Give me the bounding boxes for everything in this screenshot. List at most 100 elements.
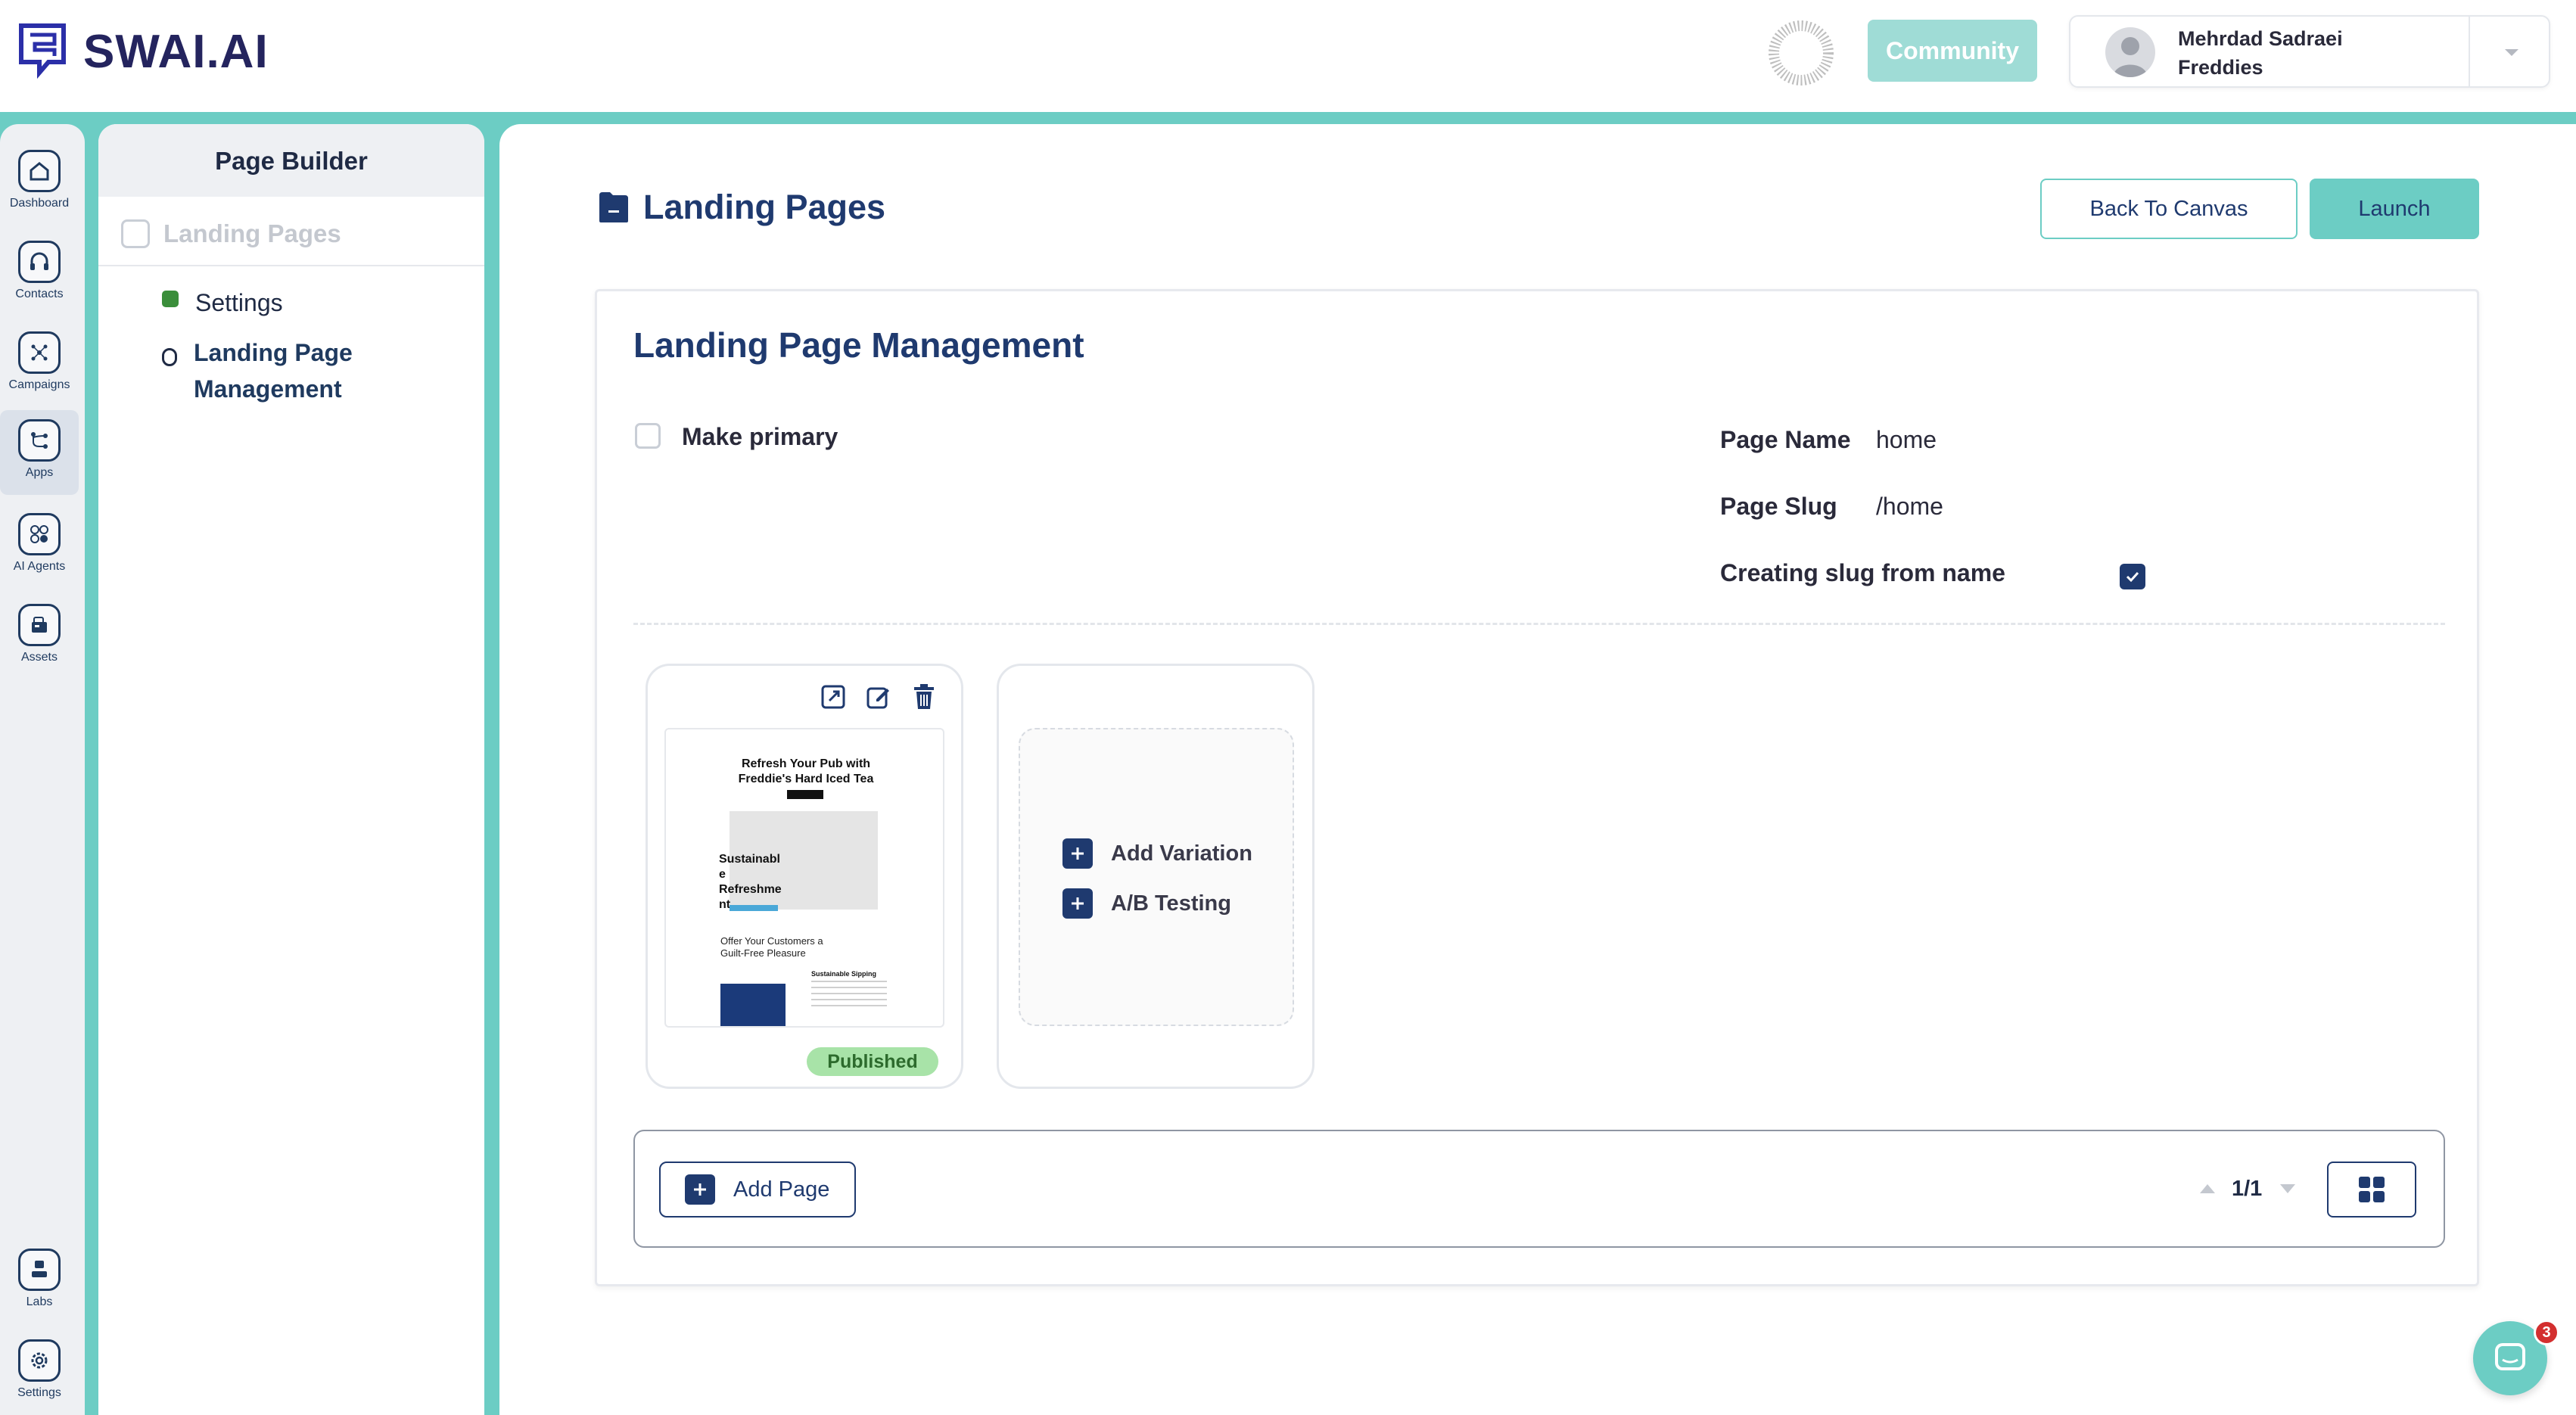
ab-testing-label: A/B Testing	[1111, 891, 1231, 916]
make-primary-checkbox[interactable]	[635, 423, 661, 449]
icon-rail: Dashboard Contacts Campaigns Apps AI Age…	[0, 124, 85, 1415]
grid-view-button[interactable]	[2327, 1162, 2416, 1218]
page-slug-label: Page Slug	[1720, 493, 1837, 520]
network-icon	[18, 331, 61, 374]
headset-icon	[18, 241, 61, 283]
folder-icon	[599, 192, 628, 222]
sidebar-item-landing-page-management[interactable]: Landing Page Management	[162, 334, 375, 407]
card-title: Landing Page Management	[633, 325, 1084, 365]
preview-headline: Refresh Your Pub with Freddie's Hard Ice…	[738, 757, 874, 785]
page-builder-sidebar: Page Builder Landing Pages Settings Land…	[98, 124, 484, 1415]
plus-icon	[685, 1174, 715, 1205]
pages-footer-bar: Add Page 1/1	[633, 1130, 2445, 1248]
preview-cta	[787, 790, 823, 799]
rail-item-ai-agents[interactable]: AI Agents	[0, 504, 79, 589]
expand-icon[interactable]	[819, 683, 848, 711]
preview-text-lines	[811, 981, 887, 1011]
rail-item-dashboard[interactable]: Dashboard	[0, 141, 79, 225]
chat-icon	[2495, 1343, 2525, 1370]
logo-text: SWAI.AI	[83, 25, 269, 78]
rail-label: Campaigns	[8, 378, 70, 391]
sidebar-header: Page Builder	[98, 124, 484, 197]
preview-image	[720, 984, 786, 1026]
chevron-up-icon[interactable]	[2197, 1178, 2218, 1199]
slug-from-name-label: Creating slug from name	[1720, 559, 2005, 586]
variation-tile: Add Variation A/B Testing	[997, 664, 1314, 1089]
avatar	[2105, 27, 2155, 77]
sidebar-item-label: Landing Page Management	[194, 339, 353, 403]
page-slug-value[interactable]: /home	[1876, 493, 1943, 521]
user-name: Mehrdad Sadraei	[2178, 27, 2343, 50]
preview-section-title: Sustainable Sipping	[811, 970, 877, 978]
chevron-down-icon[interactable]	[2277, 1178, 2298, 1199]
plus-icon	[1062, 838, 1093, 869]
step-complete-icon	[162, 291, 179, 307]
divider	[633, 623, 2445, 625]
trash-icon[interactable]	[910, 683, 938, 711]
assets-icon	[18, 604, 61, 646]
add-variation-label: Add Variation	[1111, 841, 1252, 866]
slug-from-name-checkbox[interactable]	[2120, 564, 2145, 589]
rail-label: Contacts	[15, 288, 64, 300]
rail-item-assets[interactable]: Assets	[0, 595, 79, 680]
rail-label: Labs	[26, 1295, 53, 1308]
page-name-value[interactable]: home	[1876, 426, 1937, 454]
agents-icon	[18, 513, 61, 555]
user-menu[interactable]: Mehrdad Sadraei Freddies	[2069, 15, 2550, 88]
launch-button[interactable]: Launch	[2310, 179, 2479, 239]
rail-label: Assets	[20, 651, 58, 664]
community-button[interactable]: Community	[1868, 20, 2037, 82]
unread-badge: 3	[2534, 1320, 2559, 1345]
sidebar-section-label: Landing Pages	[163, 219, 341, 247]
page-preview-thumbnail[interactable]: Refresh Your Pub with Freddie's Hard Ice…	[664, 728, 944, 1028]
page-tile[interactable]: Refresh Your Pub with Freddie's Hard Ice…	[646, 664, 963, 1089]
tile-actions	[819, 683, 938, 711]
sidebar-title: Page Builder	[215, 147, 368, 175]
preview-hero-text: Sustainabl e Refreshme nt	[719, 853, 782, 911]
rail-label: Dashboard	[9, 197, 70, 210]
sidebar-item-settings[interactable]: Settings	[162, 285, 283, 321]
rail-item-settings[interactable]: Settings	[0, 1330, 79, 1415]
management-card: Landing Page Management Make primary Pag…	[595, 289, 2479, 1286]
sidebar-section-landing-pages[interactable]: Landing Pages	[98, 197, 484, 266]
add-page-button[interactable]: Add Page	[659, 1162, 856, 1218]
main-content: Landing Pages Back To Canvas Launch Land…	[499, 124, 2576, 1415]
preview-offer-text: Offer Your Customers a Guilt-Free Pleasu…	[720, 935, 823, 959]
rail-label: Settings	[17, 1386, 61, 1399]
rail-item-apps[interactable]: Apps	[0, 410, 79, 495]
page-name-label: Page Name	[1720, 426, 1851, 453]
rail-item-contacts[interactable]: Contacts	[0, 232, 79, 316]
top-bar: SWAI.AI Community Mehrdad Sadraei Freddi…	[0, 0, 2576, 112]
rail-item-campaigns[interactable]: Campaigns	[0, 322, 79, 407]
home-icon	[18, 150, 61, 192]
step-current-icon	[162, 348, 177, 366]
plus-icon	[1062, 888, 1093, 919]
divider	[2469, 17, 2470, 86]
checkmark-icon	[2126, 571, 2139, 583]
edit-icon[interactable]	[864, 683, 893, 711]
pagination-indicator: 1/1	[2232, 1177, 2263, 1201]
labs-icon	[18, 1249, 61, 1291]
flow-icon	[18, 419, 61, 462]
make-primary-label: Make primary	[682, 423, 838, 450]
user-organization: Freddies	[2178, 56, 2263, 79]
sidebar-item-label: Settings	[195, 289, 283, 316]
add-page-label: Add Page	[733, 1177, 830, 1202]
rail-item-labs[interactable]: Labs	[0, 1239, 79, 1324]
add-variation-button[interactable]: Add Variation	[1062, 838, 1252, 869]
variation-dropzone: Add Variation A/B Testing	[1019, 728, 1294, 1026]
ab-testing-button[interactable]: A/B Testing	[1062, 888, 1231, 919]
preview-accent-bar	[730, 905, 778, 911]
grid-icon	[2359, 1177, 2385, 1202]
rail-label: AI Agents	[13, 560, 66, 573]
rail-label: Apps	[25, 466, 54, 479]
section-checkbox[interactable]	[121, 219, 150, 248]
back-to-canvas-button[interactable]: Back To Canvas	[2040, 179, 2298, 239]
logo-icon	[19, 23, 66, 79]
loading-spinner-icon	[1769, 20, 1834, 86]
page-title: Landing Pages	[643, 188, 886, 226]
logo[interactable]: SWAI.AI	[18, 23, 269, 80]
gear-icon	[18, 1339, 61, 1382]
chevron-down-icon[interactable]	[2500, 41, 2523, 64]
status-badge: Published	[807, 1047, 938, 1076]
